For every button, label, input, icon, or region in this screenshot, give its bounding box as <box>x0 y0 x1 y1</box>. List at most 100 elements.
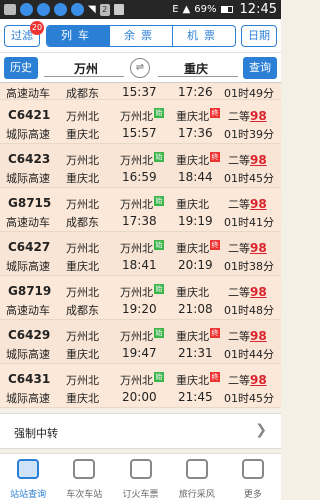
origin-station: 万州北 <box>66 110 99 123</box>
arrival-time: 21:45 <box>178 390 213 404</box>
forced-transfer-row[interactable]: 强制中转 ❯ <box>0 413 281 449</box>
duration: 01时45分 <box>224 172 274 185</box>
departure-station: 万州北始 <box>120 108 164 123</box>
end-tag: 终 <box>210 240 220 250</box>
tab-remaining-tickets[interactable]: 余票 <box>109 26 172 46</box>
start-tag: 始 <box>154 108 164 118</box>
battery-icon <box>220 6 233 13</box>
train-row[interactable]: C6431 城际高速 万州北 重庆北 万州北始 20:00 重庆北终 21:45… <box>0 364 281 408</box>
departure-station: 万州北始 <box>120 152 164 167</box>
arrival-time: 21:31 <box>178 346 213 360</box>
clock: 12:45 <box>239 2 277 17</box>
start-tag: 始 <box>154 152 164 162</box>
terminal-station: 成都东 <box>66 87 99 100</box>
history-button[interactable]: 历史 <box>4 57 38 79</box>
tab-label: 站站查询 <box>10 490 47 500</box>
tab-flights[interactable]: 机票 <box>172 26 235 46</box>
seat-availability[interactable]: 二等98 <box>228 108 267 124</box>
train-number: G8715 <box>8 196 52 210</box>
chat-icon <box>185 459 208 479</box>
origin-station: 万州北 <box>66 154 99 167</box>
train-type: 城际高速 <box>6 128 50 141</box>
tab-label: 旅行采风 <box>178 490 215 500</box>
seat-count[interactable]: 98 <box>250 285 267 299</box>
train-row[interactable]: C6423 城际高速 万州北 重庆北 万州北始 16:59 重庆北终 18:44… <box>0 144 281 188</box>
train-row[interactable]: C6427 城际高速 万州北 重庆北 万州北始 18:41 重庆北终 20:19… <box>0 232 281 276</box>
seat-count[interactable]: 98 <box>250 197 267 211</box>
arrival-station: 重庆北终 <box>176 240 220 255</box>
swap-icon[interactable]: ⇌ <box>130 58 150 78</box>
seat-count[interactable]: 98 <box>250 241 267 255</box>
train-number: C6421 <box>8 108 51 122</box>
train-type: 高速动车 <box>6 216 50 229</box>
end-tag: 终 <box>210 328 220 338</box>
train-row[interactable]: C6421 城际高速 万州北 重庆北 万州北始 15:57 重庆北终 17:36… <box>0 100 281 144</box>
departure-station: 万州北始 <box>120 196 164 211</box>
tab-station-query[interactable]: 站站查询 <box>0 454 56 500</box>
departure-time: 19:20 <box>122 302 157 316</box>
app-icon <box>54 3 67 16</box>
end-tag: 终 <box>210 372 220 382</box>
terminal-station: 重庆北 <box>66 172 99 185</box>
departure-station: 万州北始 <box>120 284 164 299</box>
departure-time: 15:37 <box>122 85 157 99</box>
seat-count[interactable]: 98 <box>250 329 267 343</box>
date-button[interactable]: 日期 <box>241 25 277 47</box>
app-icon <box>37 3 50 16</box>
tab-train-station[interactable]: 车次车站 <box>56 454 112 500</box>
to-station[interactable]: 重庆 <box>166 60 226 77</box>
departure-time: 19:47 <box>122 346 157 360</box>
train-type: 城际高速 <box>6 392 50 405</box>
seat-count[interactable]: 98 <box>250 373 267 387</box>
query-button[interactable]: 查询 <box>243 57 277 79</box>
app-icon <box>20 3 33 16</box>
network-type: E <box>172 4 179 15</box>
train-row[interactable]: C6429 城际高速 万州北 重庆北 万州北始 19:47 重庆北终 21:31… <box>0 320 281 364</box>
train-row[interactable]: G8715 高速动车 万州北 成都东 万州北始 17:38 重庆北 19:19 … <box>0 188 281 232</box>
arrival-time: 20:19 <box>178 258 213 272</box>
origin-station: 万州北 <box>66 242 99 255</box>
station-icon <box>73 459 96 479</box>
tab-trains[interactable]: 列车 <box>47 26 109 46</box>
download-icon <box>113 4 124 15</box>
start-tag: 始 <box>154 284 164 294</box>
seat-count[interactable]: 98 <box>250 109 267 123</box>
train-number: C6429 <box>8 328 51 342</box>
chevron-right-icon: ❯ <box>255 422 267 438</box>
start-tag: 始 <box>154 240 164 250</box>
seat-availability[interactable]: 二等98 <box>228 284 267 300</box>
arrival-time: 18:44 <box>178 170 213 184</box>
from-station[interactable]: 万州 <box>56 60 116 77</box>
departure-time: 17:38 <box>122 214 157 228</box>
arrival-station: 重庆北 <box>176 198 209 211</box>
train-number: C6427 <box>8 240 51 254</box>
train-row[interactable]: 高速动车 成都东 15:37 17:26 01时49分 <box>0 83 281 100</box>
duration: 01时41分 <box>224 216 274 229</box>
train-type: 城际高速 <box>6 348 50 361</box>
seat-availability[interactable]: 二等98 <box>228 240 267 256</box>
seat-availability[interactable]: 二等98 <box>228 372 267 388</box>
duration: 01时38分 <box>224 260 274 273</box>
seat-count[interactable]: 98 <box>250 153 267 167</box>
train-row[interactable]: G8719 高速动车 万州北 成都东 万州北始 19:20 重庆北 21:08 … <box>0 276 281 320</box>
route-bar: 历史 万州 ⇌ 重庆 查询 <box>0 53 281 83</box>
message-icon <box>4 4 16 15</box>
signal-icon: ▲ <box>182 4 191 15</box>
seat-availability[interactable]: 二等98 <box>228 196 267 212</box>
start-tag: 始 <box>154 372 164 382</box>
duration: 01时44分 <box>224 348 274 361</box>
departure-time: 16:59 <box>122 170 157 184</box>
tab-more[interactable]: 更多 <box>225 454 281 500</box>
seat-availability[interactable]: 二等98 <box>228 152 267 168</box>
arrival-time: 19:19 <box>178 214 213 228</box>
arrival-time: 17:36 <box>178 126 213 140</box>
tab-travel-notes[interactable]: 旅行采风 <box>169 454 225 500</box>
arrival-station: 重庆北终 <box>176 328 220 343</box>
battery-percent: 69% <box>194 4 217 15</box>
sim-icon: 2 <box>99 3 110 16</box>
terminal-station: 成都东 <box>66 216 99 229</box>
terminal-station: 重庆北 <box>66 260 99 273</box>
tab-book-ticket[interactable]: 订火车票 <box>112 454 168 500</box>
seat-availability[interactable]: 二等98 <box>228 328 267 344</box>
train-number: C6431 <box>8 372 51 386</box>
